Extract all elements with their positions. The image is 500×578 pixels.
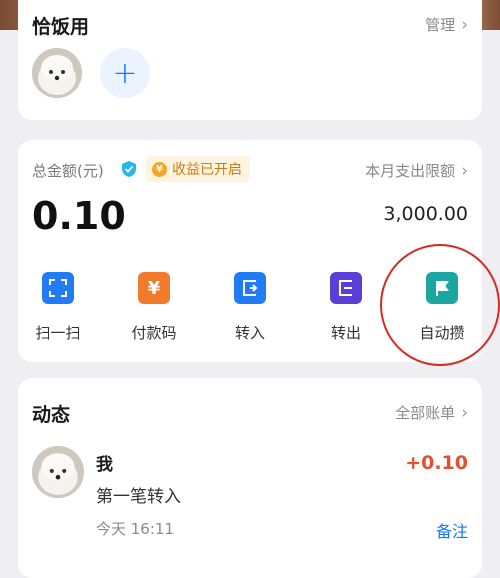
highlight-ring — [380, 244, 500, 366]
action-scan[interactable]: 扫一扫 — [18, 272, 98, 343]
monthly-limit-link[interactable]: 本月支出限额 › — [365, 160, 468, 181]
chevron-right-icon: › — [461, 403, 468, 423]
total-amount: 0.10 — [32, 194, 126, 238]
yield-status-badge[interactable]: ¥ 收益已开启 — [146, 156, 250, 182]
note-link[interactable]: 备注 — [436, 518, 468, 542]
action-transfer-out[interactable]: 转出 — [306, 272, 386, 343]
group-card: 恰饭用 管理 › + — [18, 0, 482, 120]
limit-label: 本月支出限额 — [365, 162, 456, 180]
activity-card: 动态 全部账单 › 我 第一笔转入 今天 16:11 +0.10 备注 — [18, 378, 482, 578]
plus-icon: + — [112, 55, 138, 91]
activity-description: 第一笔转入 — [96, 487, 181, 507]
activity-avatar — [32, 446, 84, 498]
action-transfer-in[interactable]: 转入 — [210, 272, 290, 343]
all-bills-link[interactable]: 全部账单 › — [395, 402, 468, 423]
activity-title: 动态 — [32, 404, 71, 426]
yuan-icon: ¥ — [138, 272, 170, 304]
member-avatar[interactable] — [32, 48, 82, 98]
manage-link[interactable]: 管理 › — [425, 14, 468, 35]
action-label: 转入 — [234, 324, 265, 342]
all-bills-label: 全部账单 — [395, 404, 456, 422]
scan-icon — [42, 272, 74, 304]
yield-status-text: 收益已开启 — [172, 162, 242, 178]
limit-value: 3,000.00 — [383, 203, 468, 225]
shield-icon[interactable] — [120, 160, 138, 178]
activity-user-name: 我 — [96, 455, 113, 475]
activity-amount: +0.10 — [405, 452, 468, 474]
add-member-button[interactable]: + — [100, 48, 150, 98]
balance-label: 总金额(元) — [32, 162, 104, 180]
action-label: 付款码 — [131, 324, 177, 342]
group-title: 恰饭用 — [32, 16, 90, 38]
chevron-right-icon: › — [461, 161, 468, 181]
action-payment-code[interactable]: ¥ 付款码 — [114, 272, 194, 343]
manage-label: 管理 — [425, 16, 456, 34]
transfer-in-icon — [234, 272, 266, 304]
coin-icon: ¥ — [152, 161, 167, 177]
action-label: 转出 — [330, 324, 361, 342]
transfer-out-icon — [330, 272, 362, 304]
chevron-right-icon: › — [461, 15, 468, 35]
action-label: 扫一扫 — [35, 324, 81, 342]
activity-time: 今天 16:11 — [96, 520, 174, 538]
